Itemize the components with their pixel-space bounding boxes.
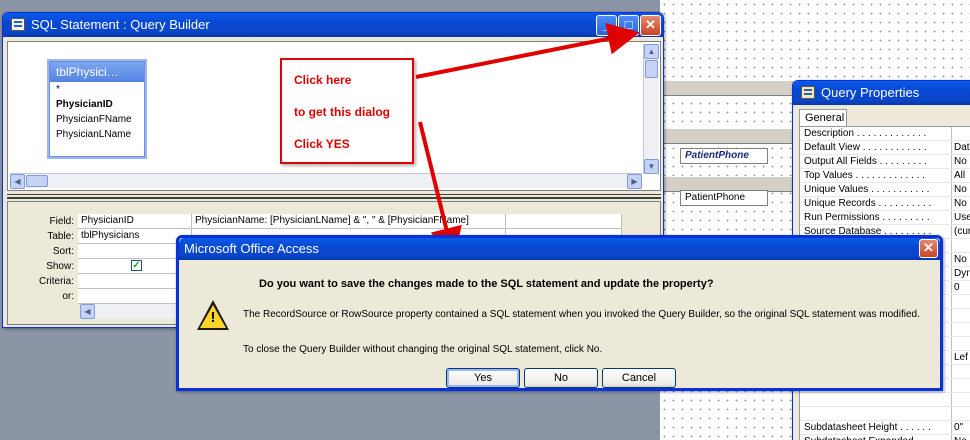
save-changes-dialog: Microsoft Office Access ✕ ! Do you want … [176,235,943,391]
arrow-to-close-button [415,22,640,79]
no-button[interactable]: No [524,368,598,388]
close-icon: ✕ [923,240,934,255]
dialog-titlebar[interactable]: Microsoft Office Access ✕ [179,238,940,260]
dialog-title: Microsoft Office Access [184,241,319,256]
dialog-message-1: The RecordSource or RowSource property c… [243,309,920,320]
cancel-button[interactable]: Cancel [602,368,676,388]
dialog-close-button[interactable]: ✕ [919,239,938,258]
dialog-question: Do you want to save the changes made to … [259,278,714,290]
dialog-message-2: To close the Query Builder without chang… [243,344,603,355]
arrow-to-dialog [418,121,462,260]
warning-icon-mark: ! [210,309,216,326]
yes-button[interactable]: Yes [446,368,520,388]
